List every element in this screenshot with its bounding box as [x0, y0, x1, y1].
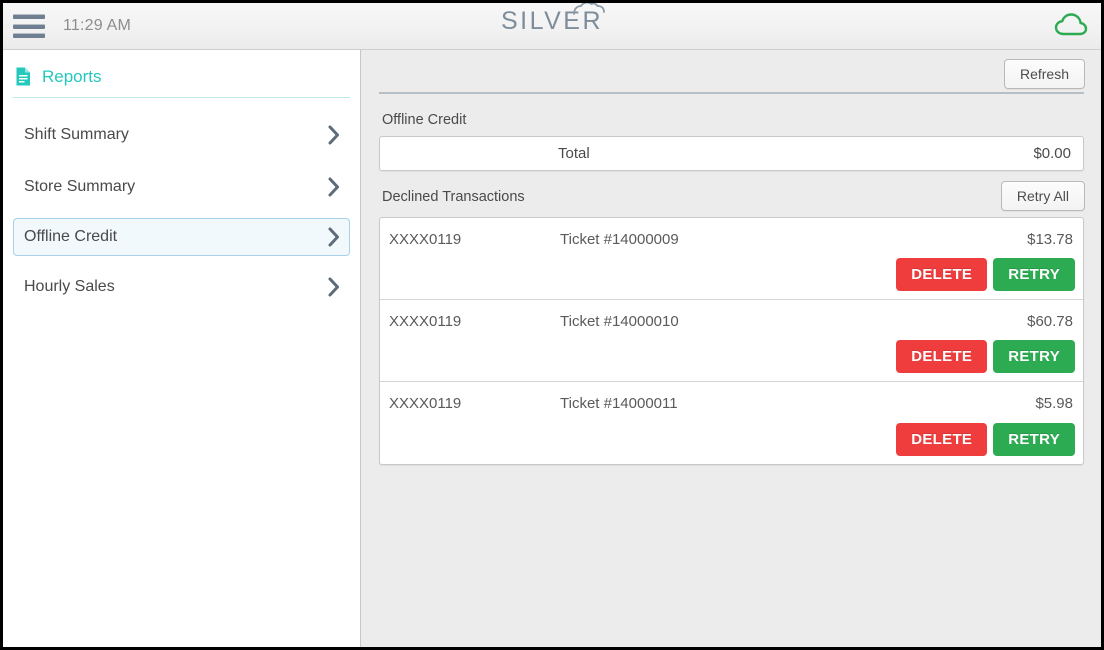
content-toolbar: Refresh — [362, 50, 1101, 92]
document-report-icon — [15, 66, 32, 87]
transaction-ticket-id: Ticket #14000009 — [560, 231, 679, 248]
hamburger-bar — [13, 33, 45, 38]
chevron-right-icon — [327, 226, 341, 248]
refresh-button[interactable]: Refresh — [1003, 59, 1085, 89]
retry-button[interactable]: RETRY — [993, 258, 1075, 291]
sidebar-item-label: Offline Credit — [24, 228, 118, 245]
reports-header: Reports — [13, 50, 350, 98]
brand-logo: SILVER — [3, 3, 1101, 36]
retry-button[interactable]: RETRY — [993, 423, 1075, 456]
table-row[interactable]: XXXX0119 Ticket #14000009 $13.78 DELETE … — [380, 218, 1083, 300]
transaction-ticket-id: Ticket #14000011 — [560, 395, 678, 412]
delete-button[interactable]: DELETE — [896, 423, 988, 456]
chevron-right-icon — [327, 124, 341, 146]
transaction-card-number: XXXX0119 — [389, 395, 462, 412]
chevron-right-icon — [327, 176, 341, 198]
transaction-amount: $5.98 — [1035, 395, 1073, 412]
hamburger-bar — [13, 14, 45, 19]
retry-button[interactable]: RETRY — [993, 340, 1075, 373]
declined-transactions-header: Declined Transactions Retry All — [362, 171, 1101, 217]
top-bar: 11:29 AM SILVER — [3, 3, 1101, 50]
offline-credit-section-label: Offline Credit — [382, 112, 467, 128]
delete-button[interactable]: DELETE — [896, 340, 988, 373]
sidebar-item-store-summary[interactable]: Store Summary — [13, 168, 350, 206]
sidebar-item-label: Hourly Sales — [24, 278, 115, 295]
sidebar-item-offline-credit[interactable]: Offline Credit — [13, 218, 350, 256]
table-row[interactable]: XXXX0119 Ticket #14000011 $5.98 DELETE R… — [380, 382, 1083, 464]
declined-transactions-list: XXXX0119 Ticket #14000009 $13.78 DELETE … — [379, 217, 1084, 465]
transaction-card-number: XXXX0119 — [389, 231, 462, 248]
sidebar-item-shift-summary[interactable]: Shift Summary — [13, 116, 350, 154]
sidebar: Reports Shift Summary Store Summary Offl… — [3, 50, 361, 647]
transaction-card-number: XXXX0119 — [389, 313, 462, 330]
reports-title: Reports — [42, 66, 102, 86]
hamburger-bar — [13, 23, 45, 29]
brand-wordmark: SILVER — [500, 7, 604, 35]
offline-credit-total-row: Total $0.00 — [379, 136, 1084, 171]
table-row[interactable]: XXXX0119 Ticket #14000010 $60.78 DELETE … — [380, 300, 1083, 382]
hamburger-menu-icon[interactable] — [13, 14, 45, 38]
retry-all-button[interactable]: Retry All — [1000, 181, 1085, 211]
cloud-connected-icon[interactable] — [1053, 13, 1089, 44]
total-label: Total — [558, 145, 590, 162]
transaction-amount: $60.78 — [1027, 313, 1073, 330]
transaction-actions: DELETE RETRY — [896, 340, 1075, 373]
app-window: 11:29 AM SILVER Reports Shift Summary St… — [0, 0, 1104, 650]
clock-label: 11:29 AM — [63, 17, 132, 34]
cloud-icon — [572, 3, 606, 21]
delete-button[interactable]: DELETE — [896, 258, 988, 291]
sidebar-item-hourly-sales[interactable]: Hourly Sales — [13, 268, 350, 306]
transaction-ticket-id: Ticket #14000010 — [560, 313, 679, 330]
main-content: Refresh Offline Credit Total $0.00 Decli… — [362, 50, 1101, 647]
reports-nav-list: Shift Summary Store Summary Offline Cred… — [3, 98, 360, 306]
declined-transactions-label: Declined Transactions — [382, 189, 525, 205]
chevron-right-icon — [327, 276, 341, 298]
transaction-amount: $13.78 — [1027, 231, 1073, 248]
transaction-actions: DELETE RETRY — [896, 258, 1075, 291]
sidebar-item-label: Shift Summary — [24, 126, 129, 143]
total-value: $0.00 — [1033, 145, 1071, 162]
transaction-actions: DELETE RETRY — [896, 423, 1075, 456]
sidebar-item-label: Store Summary — [24, 178, 136, 195]
